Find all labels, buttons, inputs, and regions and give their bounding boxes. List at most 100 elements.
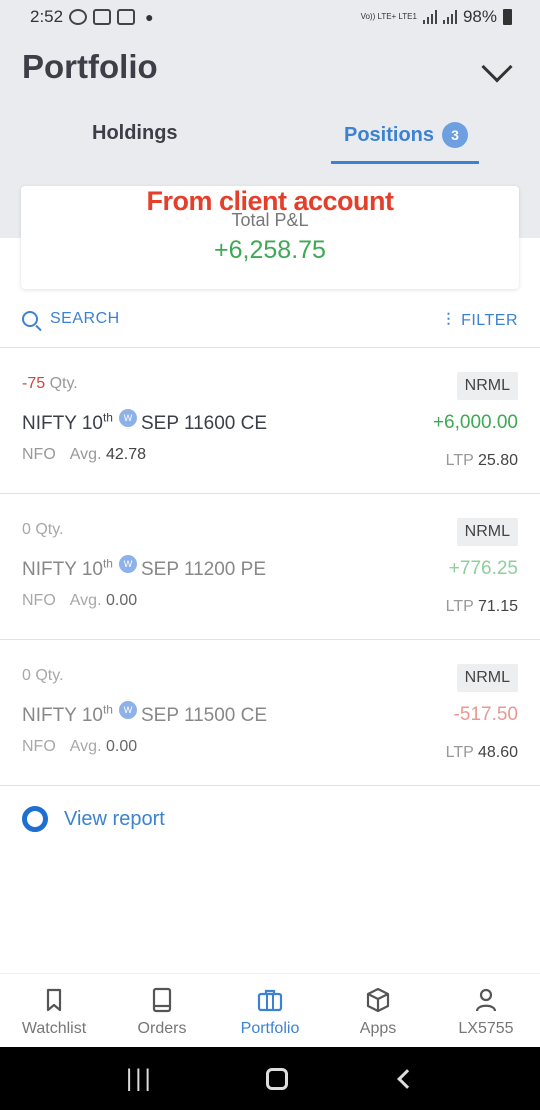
weekly-badge: W [118, 555, 137, 573]
tab-holdings-label: Holdings [92, 122, 178, 144]
status-bar: 2:52 ● Vo)) LTE+ LTE1 98% [0, 0, 540, 34]
page-title: Portfolio [22, 48, 158, 85]
nav-orders-label: Orders [137, 1020, 187, 1037]
cube-icon [324, 986, 432, 1014]
exchange: NFO [22, 446, 56, 463]
avg-value: 0.00 [105, 738, 138, 755]
recents-icon[interactable]: ||| [126, 1065, 154, 1093]
ltp: LTP 48.60 [446, 744, 518, 762]
exchange-avg: NFO Avg. 0.00 [22, 738, 137, 756]
ltp-label: LTP [445, 598, 474, 615]
battery-icon [503, 9, 512, 25]
ltp-label: LTP [445, 744, 474, 761]
instrument-suffix: SEP 11500 CE [140, 705, 268, 726]
instrument-name: NIFTY 10th W SEP 11200 PE [22, 555, 266, 581]
app-notification-icon [117, 9, 136, 25]
nav-account-label: LX5755 [458, 1020, 514, 1037]
report-ring-icon [22, 806, 48, 832]
nav-apps[interactable]: Apps [324, 974, 432, 1047]
back-icon[interactable] [397, 1068, 417, 1089]
home-icon[interactable] [265, 1067, 288, 1090]
tab-positions[interactable]: Positions 3 [344, 122, 469, 148]
position-row[interactable]: -75 Qty. NIFTY 10th W SEP 11600 CE NFO Avg.… [0, 348, 540, 494]
signal-icon-2 [442, 10, 457, 24]
signal-icon [422, 10, 437, 24]
instrument-name: NIFTY 10th W SEP 11500 CE [22, 701, 267, 727]
total-pnl-label: Total P&L [231, 210, 309, 230]
ltp: LTP 25.80 [446, 452, 518, 470]
instrument-sup: th [102, 702, 113, 717]
position-qty: 0 Qty. [22, 667, 64, 685]
avg-value: 0.00 [105, 592, 138, 609]
nav-watchlist[interactable]: Watchlist [0, 974, 108, 1047]
avg-label: Avg. [69, 738, 102, 755]
filter-button[interactable]: ⫶ FILTER [446, 310, 518, 331]
filter-label: FILTER [461, 311, 518, 329]
view-report-link[interactable]: View report [22, 806, 165, 832]
position-pnl: +6,000.00 [432, 412, 518, 433]
view-report-label: View report [64, 807, 165, 830]
instrument-suffix: SEP 11600 CE [140, 413, 268, 434]
ltp-value: 71.15 [477, 598, 518, 615]
more-notifications-icon: ● [145, 9, 154, 25]
avg-label: Avg. [69, 592, 102, 609]
search-button[interactable]: SEARCH [22, 310, 120, 328]
nav-orders[interactable]: Orders [108, 974, 216, 1047]
weekly-badge: W [118, 409, 137, 427]
product-badge: NRML [456, 372, 518, 400]
bookmark-icon [0, 986, 108, 1014]
nav-account[interactable]: LX5755 [432, 974, 540, 1047]
qty-value: -75 [22, 375, 46, 392]
position-row[interactable]: 0 Qty. NIFTY 10th W SEP 11200 PE NFO Avg. 0… [0, 494, 540, 640]
gallery-icon [93, 9, 112, 25]
position-pnl: +776.25 [448, 558, 518, 579]
nav-portfolio-label: Portfolio [240, 1020, 300, 1037]
total-pnl-card: From client account Total P&L +6,258.75 [21, 186, 519, 289]
instrument-sup: th [102, 410, 113, 425]
instrument-suffix: SEP 11200 PE [140, 559, 266, 580]
qty-label: Qty. [49, 375, 78, 392]
nav-portfolio[interactable]: Portfolio [216, 974, 324, 1047]
exchange: NFO [22, 592, 56, 609]
whatsapp-icon [69, 9, 88, 25]
position-qty: 0 Qty. [22, 521, 64, 539]
briefcase-icon [216, 986, 324, 1014]
nav-apps-label: Apps [359, 1020, 397, 1037]
status-time: 2:52 [30, 7, 64, 26]
qty-label: Qty. [35, 667, 64, 684]
sliders-icon: ⫶ [446, 310, 452, 330]
nav-watchlist-label: Watchlist [21, 1020, 87, 1037]
search-icon [22, 311, 38, 327]
position-qty: -75 Qty. [22, 375, 78, 393]
chevron-down-icon[interactable] [481, 51, 513, 83]
position-row[interactable]: 0 Qty. NIFTY 10th W SEP 11500 CE NFO Avg. 0… [0, 640, 540, 786]
book-icon [108, 986, 216, 1014]
network-type: Vo)) LTE+ LTE1 [360, 12, 417, 21]
tab-positions-label: Positions [344, 123, 435, 146]
status-right: Vo)) LTE+ LTE1 98% [361, 7, 512, 27]
product-badge: NRML [456, 518, 518, 546]
ltp-value: 25.80 [477, 452, 518, 469]
position-pnl: -517.50 [453, 704, 518, 725]
qty-label: Qty. [35, 521, 64, 538]
ltp-label: LTP [445, 452, 474, 469]
avg-value: 42.78 [105, 446, 147, 463]
total-pnl-value: +6,258.75 [214, 236, 326, 264]
qty-value: 0 [22, 521, 31, 538]
system-navigation-bar: ||| [0, 1047, 540, 1110]
search-filter-bar: SEARCH ⫶ FILTER [0, 300, 540, 348]
ltp-value: 48.60 [477, 744, 518, 761]
positions-count-badge: 3 [442, 122, 469, 148]
instrument-prefix: NIFTY 10 [22, 559, 103, 580]
bottom-navigation: Watchlist Orders Portfolio Apps LX5755 [0, 973, 540, 1047]
qty-value: 0 [22, 667, 31, 684]
weekly-badge: W [118, 701, 137, 719]
active-tab-indicator [331, 161, 479, 164]
tab-holdings[interactable]: Holdings [92, 122, 178, 145]
instrument-sup: th [102, 556, 113, 571]
exchange-avg: NFO Avg. 42.78 [22, 446, 146, 464]
ltp: LTP 71.15 [446, 598, 518, 616]
instrument-prefix: NIFTY 10 [22, 413, 103, 434]
search-label: SEARCH [50, 310, 120, 327]
exchange-avg: NFO Avg. 0.00 [22, 592, 137, 610]
